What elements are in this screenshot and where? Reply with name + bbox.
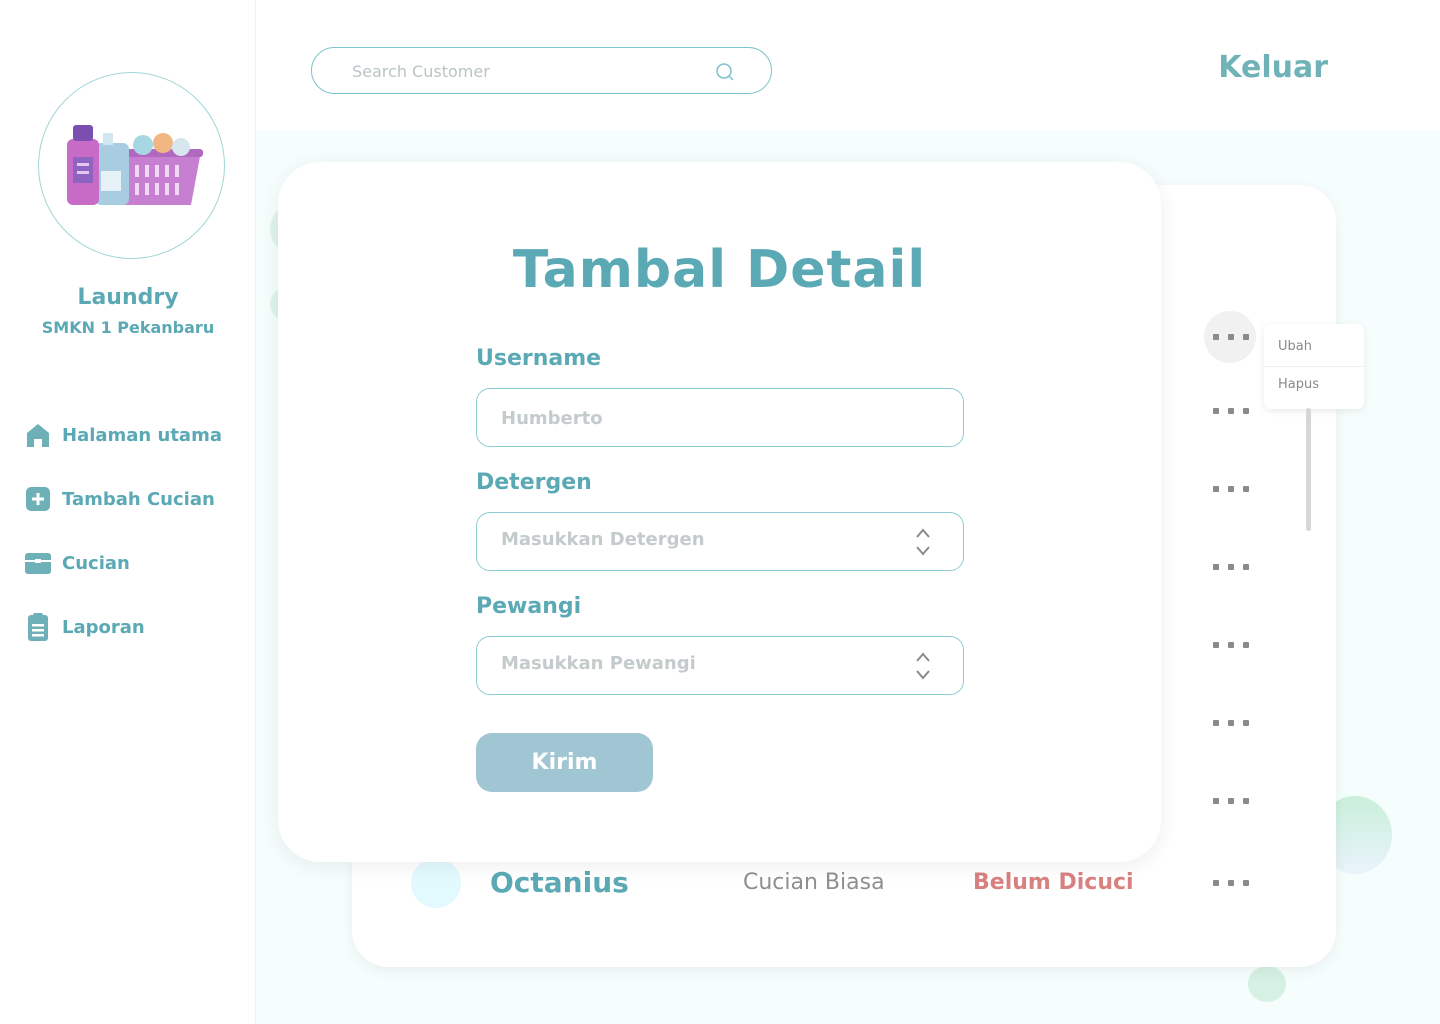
fragrance-select[interactable]: Masukkan Pewangi <box>476 636 964 695</box>
detergent-placeholder: Masukkan Detergen <box>501 529 705 550</box>
nav-item-report[interactable]: Laporan <box>24 611 145 643</box>
status-badge: Belum Dicuci <box>973 870 1134 895</box>
box-icon <box>24 549 52 577</box>
nav-label: Halaman utama <box>62 424 222 446</box>
home-icon <box>24 421 52 449</box>
sidebar: Laundry SMKN 1 Pekanbaru Halaman utama T… <box>0 0 256 1024</box>
decorative-blob <box>1248 966 1286 1002</box>
row-menu-button[interactable] <box>1213 486 1249 496</box>
row-menu-button[interactable] <box>1213 880 1249 890</box>
row-menu-button[interactable] <box>1213 720 1249 730</box>
username-label: Username <box>476 346 602 371</box>
laundry-logo <box>38 72 225 259</box>
nav-label: Laporan <box>62 616 145 638</box>
menu-divider <box>1264 366 1364 367</box>
avatar <box>411 858 461 908</box>
nav-item-laundry[interactable]: Cucian <box>24 547 130 579</box>
fragrance-placeholder: Masukkan Pewangi <box>501 653 696 674</box>
chevron-up-down-icon <box>915 651 931 685</box>
row-context-menu: Ubah Hapus <box>1264 324 1364 409</box>
detergent-label: Detergen <box>476 470 592 495</box>
clipboard-icon <box>24 613 52 641</box>
row-menu-button[interactable] <box>1213 334 1249 344</box>
username-input[interactable] <box>501 405 901 431</box>
username-field[interactable] <box>476 388 964 447</box>
plus-square-icon <box>24 485 52 513</box>
modal-title: Tambal Detail <box>512 240 927 300</box>
row-menu-button[interactable] <box>1213 798 1249 808</box>
add-detail-modal: Tambal Detail Username Detergen Masukkan… <box>278 162 1161 862</box>
laundry-type: Cucian Biasa <box>743 870 885 895</box>
chevron-up-down-icon <box>915 527 931 561</box>
search-icon[interactable] <box>715 62 735 86</box>
row-menu-button[interactable] <box>1213 564 1249 574</box>
logout-button[interactable]: Keluar <box>1218 50 1328 85</box>
search-input[interactable] <box>352 58 712 84</box>
brand-subtitle: SMKN 1 Pekanbaru <box>41 318 215 337</box>
nav-item-add-laundry[interactable]: Tambah Cucian <box>24 483 215 515</box>
fragrance-label: Pewangi <box>476 594 582 619</box>
row-menu-button[interactable] <box>1213 408 1249 418</box>
customer-name: Octanius <box>490 866 629 899</box>
nav-label: Tambah Cucian <box>62 488 215 510</box>
brand-name: Laundry <box>77 285 179 310</box>
submit-button[interactable]: Kirim <box>476 733 653 792</box>
row-menu-button[interactable] <box>1213 642 1249 652</box>
detergent-select[interactable]: Masukkan Detergen <box>476 512 964 571</box>
edit-menu-item[interactable]: Ubah <box>1278 339 1312 354</box>
nav-item-home[interactable]: Halaman utama <box>24 419 222 451</box>
delete-menu-item[interactable]: Hapus <box>1278 377 1319 392</box>
search-bar[interactable] <box>311 47 772 94</box>
nav-label: Cucian <box>62 552 130 574</box>
table-scrollbar[interactable] <box>1306 408 1311 531</box>
